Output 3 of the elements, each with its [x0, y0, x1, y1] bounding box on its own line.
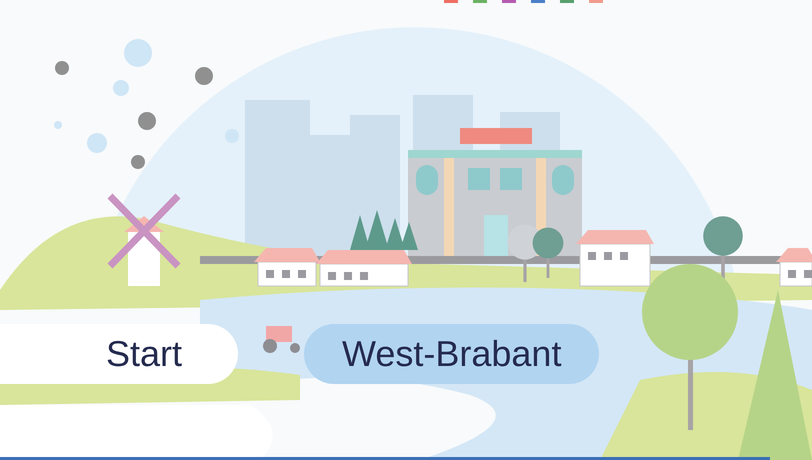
color-strip-icon: [444, 0, 603, 3]
breadcrumb-link[interactable]: West-Brabant: [304, 324, 600, 384]
breadcrumb-link[interactable]: Start: [0, 324, 238, 384]
